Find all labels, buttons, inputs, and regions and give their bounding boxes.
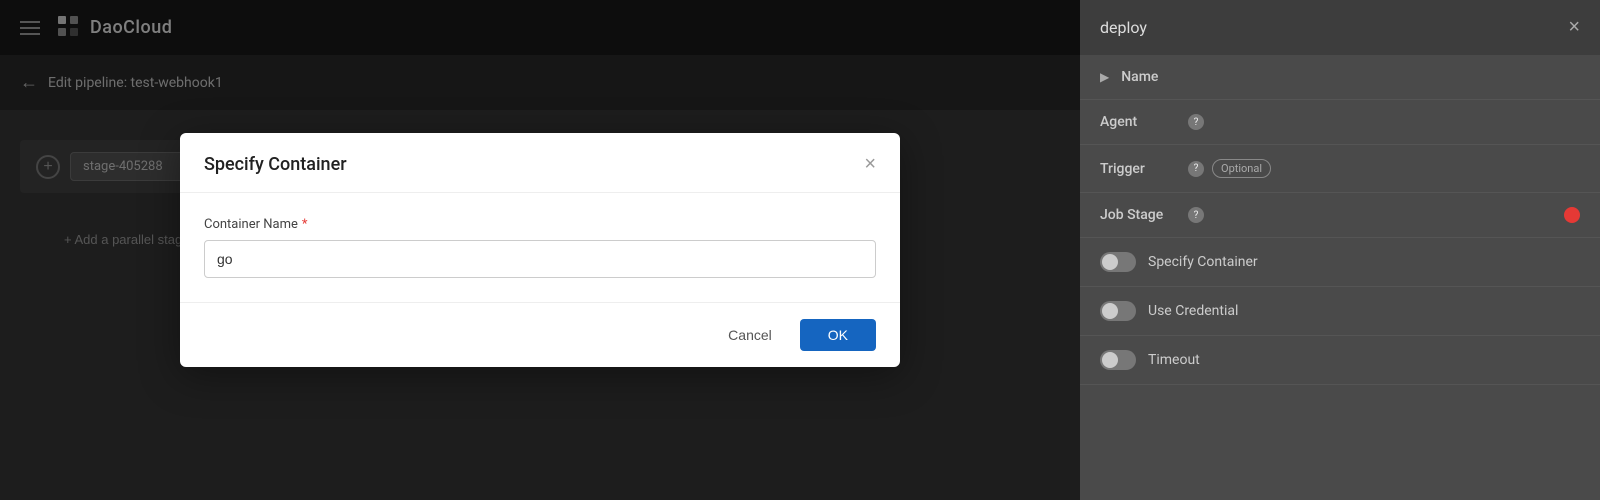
right-panel: deploy × ▶ Name Agent ? Trigger ? Option… bbox=[1080, 0, 1600, 500]
modal-header: Specify Container × bbox=[180, 133, 900, 193]
toggle-row-specify-container: Specify Container bbox=[1080, 238, 1600, 287]
toggle-row-timeout: Timeout bbox=[1080, 336, 1600, 385]
modal-close-button[interactable]: × bbox=[864, 153, 876, 176]
use-credential-toggle[interactable] bbox=[1100, 301, 1136, 321]
container-name-field-label: Container Name * bbox=[204, 217, 876, 232]
panel-row-trigger: Trigger ? Optional bbox=[1080, 145, 1600, 193]
timeout-toggle[interactable] bbox=[1100, 350, 1136, 370]
panel-row-name: ▶ Name bbox=[1080, 55, 1600, 100]
panel-name-label: Name bbox=[1121, 69, 1201, 85]
panel-agent-label: Agent bbox=[1100, 114, 1180, 130]
agent-help-icon[interactable]: ? bbox=[1188, 114, 1204, 130]
panel-job-stage-label: Job Stage bbox=[1100, 207, 1180, 223]
modal-body: Container Name * bbox=[180, 193, 900, 302]
job-stage-help-icon[interactable]: ? bbox=[1188, 207, 1204, 223]
panel-body: ▶ Name Agent ? Trigger ? Optional Job St… bbox=[1080, 55, 1600, 500]
specify-container-label: Specify Container bbox=[1148, 254, 1258, 270]
modal-overlay: Specify Container × Container Name * Can… bbox=[0, 0, 1080, 500]
panel-trigger-label: Trigger bbox=[1100, 161, 1180, 177]
panel-title: deploy bbox=[1100, 18, 1147, 37]
ok-button[interactable]: OK bbox=[800, 319, 876, 351]
specify-container-modal: Specify Container × Container Name * Can… bbox=[180, 133, 900, 367]
toggle-row-use-credential: Use Credential bbox=[1080, 287, 1600, 336]
specify-container-toggle[interactable] bbox=[1100, 252, 1136, 272]
panel-close-button[interactable]: × bbox=[1568, 16, 1580, 39]
cancel-button[interactable]: Cancel bbox=[712, 319, 788, 351]
right-panel-header: deploy × bbox=[1080, 0, 1600, 55]
timeout-label: Timeout bbox=[1148, 352, 1200, 368]
optional-badge: Optional bbox=[1212, 159, 1271, 178]
modal-title: Specify Container bbox=[204, 154, 347, 175]
container-name-input[interactable] bbox=[204, 240, 876, 278]
panel-row-agent: Agent ? bbox=[1080, 100, 1600, 145]
chevron-name-icon: ▶ bbox=[1100, 70, 1109, 84]
required-star: * bbox=[302, 217, 308, 232]
panel-row-job-stage: Job Stage ? bbox=[1080, 193, 1600, 238]
trigger-help-icon[interactable]: ? bbox=[1188, 161, 1204, 177]
job-stage-error-indicator bbox=[1564, 207, 1580, 223]
modal-footer: Cancel OK bbox=[180, 302, 900, 367]
use-credential-label: Use Credential bbox=[1148, 303, 1238, 319]
